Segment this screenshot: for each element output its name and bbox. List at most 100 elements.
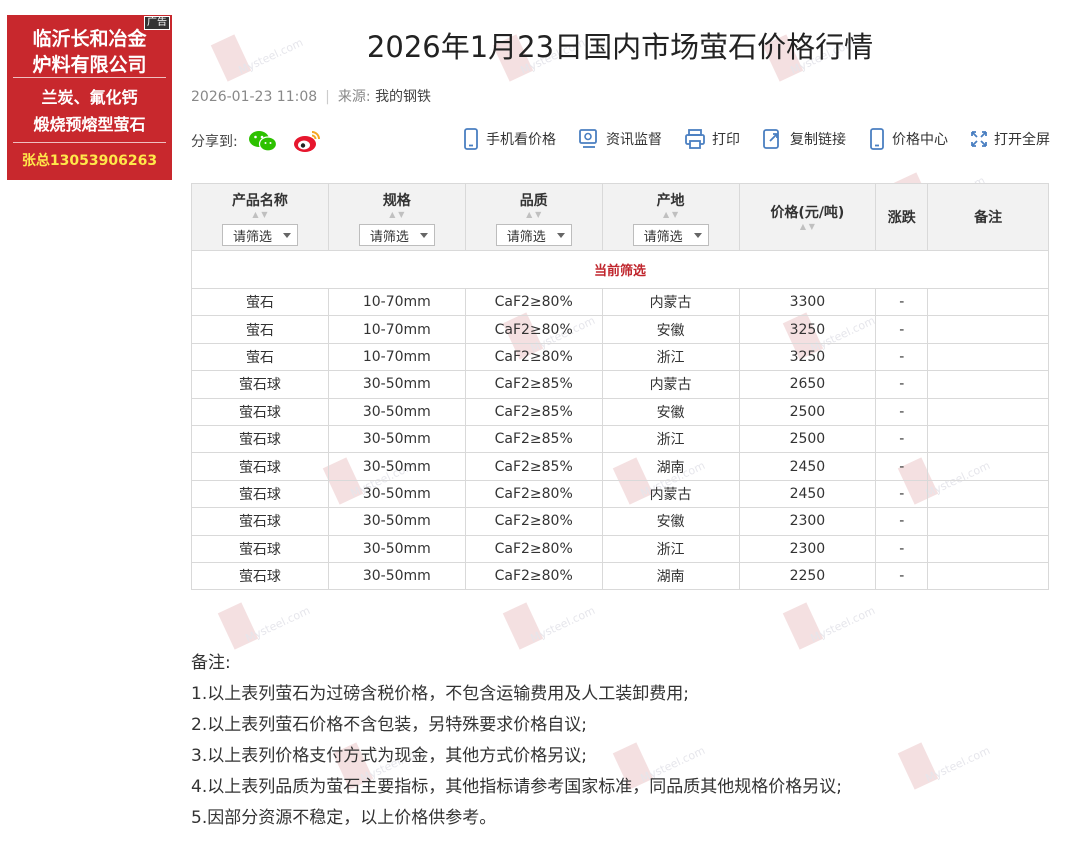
tool-news-monitor[interactable]: 资讯监督 — [578, 128, 662, 150]
cell-price: 2500 — [738, 397, 877, 426]
cell-origin: 内蒙古 — [601, 287, 740, 317]
caret-down-icon — [419, 232, 428, 238]
share-bar: 分享到: — [191, 129, 336, 153]
cell-price: 2450 — [738, 452, 877, 481]
sort-arrows-icon[interactable]: ▲ ▼ — [740, 222, 876, 234]
table-row: 萤石 10-70mm CaF2≥80% 安徽 3250- — [191, 315, 1049, 344]
cell-spec: 30-50mm — [327, 397, 466, 426]
cell-spec: 30-50mm — [327, 479, 466, 509]
cell-change: - — [875, 452, 929, 481]
sort-arrows-icon[interactable]: ▲ ▼ — [466, 210, 602, 222]
sort-arrows-icon[interactable]: ▲ ▼ — [603, 210, 739, 222]
table-row: 萤石球 30-50mm CaF2≥80% 安徽 2300- — [191, 507, 1049, 536]
cell-origin: 内蒙古 — [601, 479, 740, 509]
tool-label: 打印 — [712, 132, 740, 148]
cell-remark — [927, 315, 1049, 344]
cell-price: 3250 — [738, 342, 877, 372]
ad-company-line1: 临沂长和冶金 — [32, 28, 147, 50]
filter-origin[interactable]: 请筛选 — [632, 224, 709, 246]
sort-arrows-icon[interactable]: ▲ ▼ — [329, 210, 465, 222]
filter-quality[interactable]: 请筛选 — [495, 224, 572, 246]
filter-spec[interactable]: 请筛选 — [358, 224, 435, 246]
cell-quality: CaF2≥80% — [464, 315, 603, 344]
current-filter-label: 当前筛选 — [191, 250, 1049, 289]
cell-quality: CaF2≥80% — [464, 287, 603, 317]
ad-divider-2 — [13, 142, 166, 143]
note-item: 1.以上表列萤石为过磅含税价格，不包含运输费用及人工装卸费用; — [191, 684, 689, 704]
cell-remark — [927, 479, 1049, 509]
note-item: 5.因部分资源不稳定，以上价格供参考。 — [191, 808, 497, 828]
cell-origin: 湖南 — [601, 561, 740, 591]
cell-origin: 浙江 — [601, 342, 740, 372]
cell-remark — [927, 424, 1049, 454]
cell-origin: 安徽 — [601, 507, 740, 536]
cell-remark — [927, 452, 1049, 481]
sort-arrows-icon[interactable]: ▲ ▼ — [192, 210, 328, 222]
tool-price-center[interactable]: 价格中心 — [868, 128, 948, 150]
cell-spec: 30-50mm — [327, 370, 466, 399]
table-row: 萤石球 30-50mm CaF2≥80% 浙江 2300- — [191, 534, 1049, 563]
cell-quality: CaF2≥80% — [464, 561, 603, 591]
cell-product: 萤石球 — [191, 534, 329, 563]
filter-product-name[interactable]: 请筛选 — [221, 224, 298, 246]
wechat-icon[interactable] — [248, 129, 278, 153]
cell-spec: 10-70mm — [327, 287, 466, 317]
source-label: 来源: — [337, 89, 371, 105]
weibo-icon[interactable] — [292, 129, 322, 153]
table-row: 萤石球 30-50mm CaF2≥85% 安徽 2500- — [191, 397, 1049, 426]
cell-price: 3250 — [738, 315, 877, 344]
cell-price: 2450 — [738, 479, 877, 509]
cell-spec: 10-70mm — [327, 342, 466, 372]
tool-label: 手机看价格 — [486, 132, 556, 148]
cell-change: - — [875, 424, 929, 454]
table-row: 萤石球 30-50mm CaF2≥85% 湖南 2450- — [191, 452, 1049, 481]
header-remark: 备注 — [927, 183, 1049, 251]
ad-banner[interactable]: 广告 临沂长和冶金 炉料有限公司 兰炭、氟化钙 煅烧预熔型萤石 张总130539… — [7, 15, 172, 180]
caret-down-icon — [282, 232, 291, 238]
cell-price: 2250 — [738, 561, 877, 591]
header-spec: 规格 ▲ ▼ 请筛选 — [327, 183, 466, 251]
ad-product-line2: 煅烧预熔型萤石 — [33, 115, 146, 134]
cell-remark — [927, 287, 1049, 317]
table-row: 萤石 10-70mm CaF2≥80% 内蒙古 3300- — [191, 287, 1049, 317]
header-price: 价格(元/吨) ▲ ▼ — [738, 183, 877, 251]
meta-divider: | — [325, 89, 330, 105]
cell-change: - — [875, 479, 929, 509]
cell-price: 2500 — [738, 424, 877, 454]
cell-price: 2650 — [738, 370, 877, 399]
header-product-name: 产品名称 ▲ ▼ 请筛选 — [191, 183, 329, 251]
tool-copy-link[interactable]: 复制链接 — [762, 128, 846, 150]
cell-quality: CaF2≥80% — [464, 534, 603, 563]
tool-mobile-price[interactable]: 手机看价格 — [462, 128, 556, 150]
ad-contact: 张总13053906263 — [21, 153, 158, 169]
cell-change: - — [875, 315, 929, 344]
table-row: 萤石球 30-50mm CaF2≥80% 湖南 2250- — [191, 561, 1049, 591]
cell-quality: CaF2≥80% — [464, 342, 603, 372]
cell-quality: CaF2≥85% — [464, 424, 603, 454]
tool-fullscreen[interactable]: 打开全屏 — [970, 128, 1050, 150]
table-row: 萤石球 30-50mm CaF2≥80% 内蒙古 2450- — [191, 479, 1049, 509]
note-item: 3.以上表列价格支付方式为现金，其他方式价格另议; — [191, 746, 587, 766]
price-table: 产品名称 ▲ ▼ 请筛选 规格 ▲ ▼ 请筛选 品质 ▲ ▼ 请筛选 产地 ▲ … — [191, 183, 1049, 591]
header-change: 涨跌 — [875, 183, 929, 251]
cell-origin: 内蒙古 — [601, 370, 740, 399]
mobile-icon — [464, 128, 478, 150]
header-quality: 品质 ▲ ▼ 请筛选 — [464, 183, 603, 251]
caret-down-icon — [693, 232, 702, 238]
ad-divider — [13, 77, 166, 78]
cell-change: - — [875, 342, 929, 372]
watermark: Mysteel.com — [897, 740, 992, 796]
ad-company-line2: 炉料有限公司 — [32, 54, 147, 76]
note-item: 4.以上表列品质为萤石主要指标，其他指标请参考国家标准，同品质其他规格价格另议; — [191, 777, 842, 797]
cell-change: - — [875, 370, 929, 399]
cell-remark — [927, 561, 1049, 591]
cell-product: 萤石 — [191, 315, 329, 344]
cell-product: 萤石球 — [191, 370, 329, 399]
cell-spec: 30-50mm — [327, 452, 466, 481]
tool-print[interactable]: 打印 — [684, 128, 740, 150]
tool-label: 打开全屏 — [994, 132, 1050, 148]
monitor-icon — [579, 129, 597, 148]
toolbar: 手机看价格 资讯监督 打印 复制链接 价格中心 打开全屏 — [440, 128, 1050, 150]
table-row: 萤石球 30-50mm CaF2≥85% 内蒙古 2650- — [191, 370, 1049, 399]
cell-product: 萤石球 — [191, 561, 329, 591]
